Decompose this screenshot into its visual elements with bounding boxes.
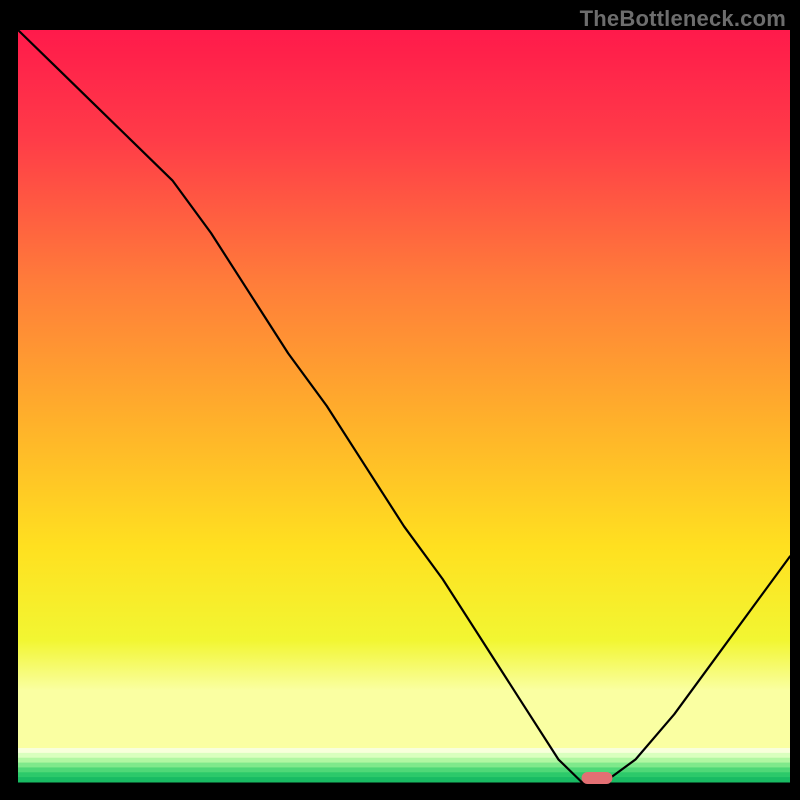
plot-area bbox=[18, 30, 790, 784]
gradient-background bbox=[18, 30, 790, 748]
bottleneck-chart bbox=[0, 0, 800, 800]
stripe bbox=[18, 777, 790, 782]
stripe bbox=[18, 753, 790, 758]
stripe bbox=[18, 763, 790, 768]
chart-frame: TheBottleneck.com bbox=[0, 0, 800, 800]
stripe bbox=[18, 767, 790, 772]
optimal-marker bbox=[582, 772, 613, 784]
stripe bbox=[18, 748, 790, 753]
stripe bbox=[18, 758, 790, 763]
stripe bbox=[18, 772, 790, 777]
watermark-text: TheBottleneck.com bbox=[580, 6, 786, 32]
bottom-stripes bbox=[18, 748, 790, 783]
